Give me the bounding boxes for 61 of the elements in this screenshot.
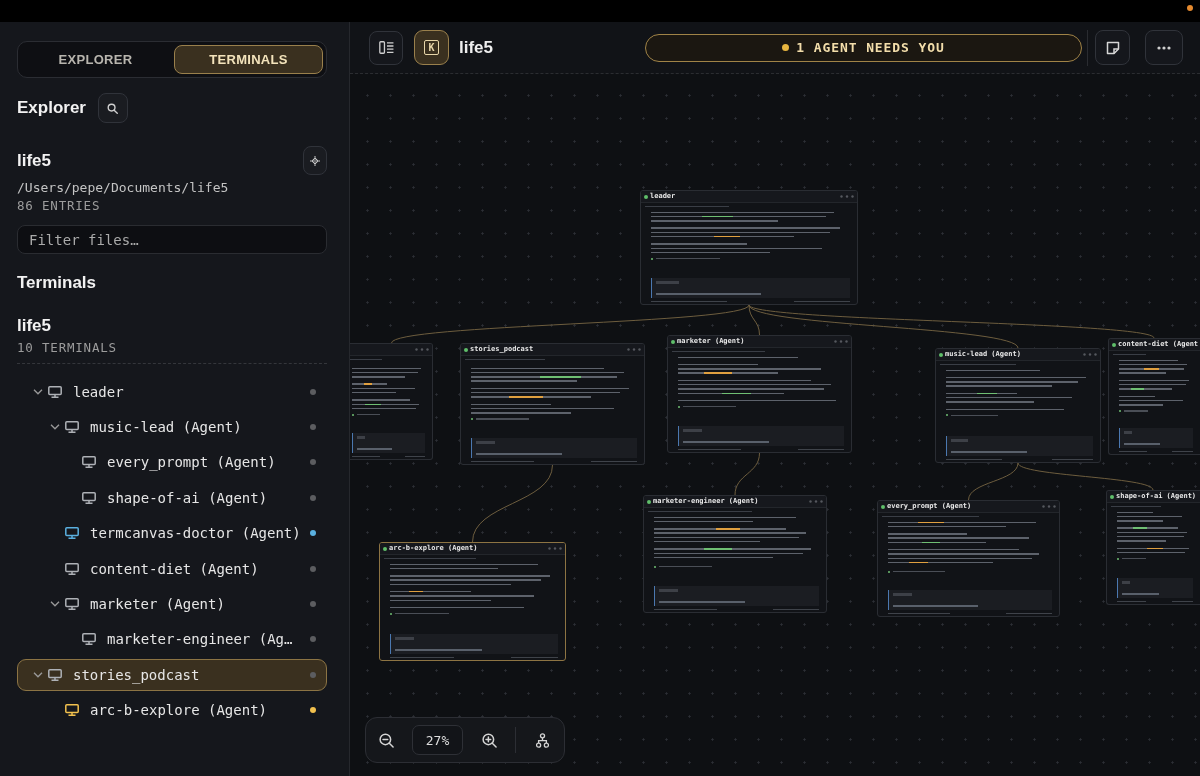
chevron-down-icon[interactable] [33, 388, 43, 395]
group-name: life5 [17, 315, 52, 337]
workspace-title: life5 [459, 37, 494, 58]
terminal-row[interactable]: shape-of-ai (Agent) [17, 481, 327, 514]
chevron-down-icon[interactable] [33, 671, 43, 678]
terminal-row[interactable]: stories_podcast [17, 658, 327, 691]
entry-count: 86 ENTRIES [17, 197, 101, 215]
filter-field[interactable]: Filter files… [17, 225, 327, 254]
chevron-down-icon[interactable] [50, 424, 60, 431]
indicator-dot-icon [1187, 5, 1193, 11]
more-icon [1157, 45, 1171, 50]
sidebar-icon [378, 41, 394, 54]
window-controls-icon [834, 340, 848, 343]
logo-button[interactable]: K [414, 30, 449, 65]
terminal-row[interactable]: every_prompt (Agent) [17, 446, 327, 479]
locate-button[interactable] [303, 146, 327, 175]
note-button[interactable] [1095, 30, 1130, 65]
window-controls-icon [1083, 353, 1097, 356]
window-controls-icon [548, 547, 562, 550]
status-dot-icon [939, 352, 943, 357]
project-path: /Users/pepe/Documents/life5 [17, 179, 229, 197]
terminal-row[interactable]: music-lead (Agent) [17, 411, 327, 444]
status-dot-icon [644, 194, 648, 199]
status-dot-icon [1112, 342, 1116, 347]
attention-button[interactable]: 1 AGENT NEEDS YOU [645, 33, 1082, 62]
search-icon [107, 102, 119, 114]
status-dot-icon [647, 499, 651, 504]
status-dot-icon [464, 347, 468, 352]
window-controls-icon [627, 348, 641, 351]
window-controls-icon [840, 195, 854, 198]
more-button[interactable] [1145, 30, 1183, 65]
terminal-count: 10 TERMINALS [17, 339, 117, 357]
sidebar-tab[interactable]: TERMINALS [174, 45, 323, 74]
search-button[interactable] [98, 93, 128, 123]
terminal-row[interactable]: termcanvas-doctor (Agent) [17, 517, 327, 550]
project-name: life5 [17, 150, 52, 171]
status-dot-icon [782, 44, 790, 51]
terminal-row[interactable]: arc-b-explore (Agent) [17, 694, 327, 727]
sidebar-toggle-button[interactable] [369, 30, 403, 65]
terminal-row[interactable]: leader [17, 375, 327, 408]
connector-line [734, 452, 760, 496]
note-icon [1105, 40, 1120, 55]
status-dot-icon [383, 546, 387, 551]
zoom-in-icon [481, 732, 497, 748]
sidebar-tab[interactable]: EXPLORER [21, 45, 170, 74]
section-heading: Explorer [17, 98, 86, 118]
terminal-row[interactable]: marketer-engineer (Ag… [17, 623, 327, 656]
zoom-level-button[interactable]: 27% [412, 725, 463, 755]
chevron-down-icon[interactable] [50, 600, 60, 607]
zoom-out-icon [378, 732, 394, 748]
status-dot-icon [881, 504, 885, 509]
status-dot-icon [671, 339, 675, 344]
hierarchy-icon [535, 732, 549, 748]
window-controls-icon [1042, 505, 1056, 508]
window-controls-icon [809, 500, 823, 503]
status-dot-icon [1110, 494, 1114, 499]
section-heading: Terminals [17, 272, 97, 294]
crosshair-icon [310, 155, 320, 166]
terminal-row[interactable]: marketer (Agent) [17, 587, 327, 620]
terminal-row[interactable]: content-diet (Agent) [17, 552, 327, 585]
window-controls-icon [415, 348, 429, 351]
